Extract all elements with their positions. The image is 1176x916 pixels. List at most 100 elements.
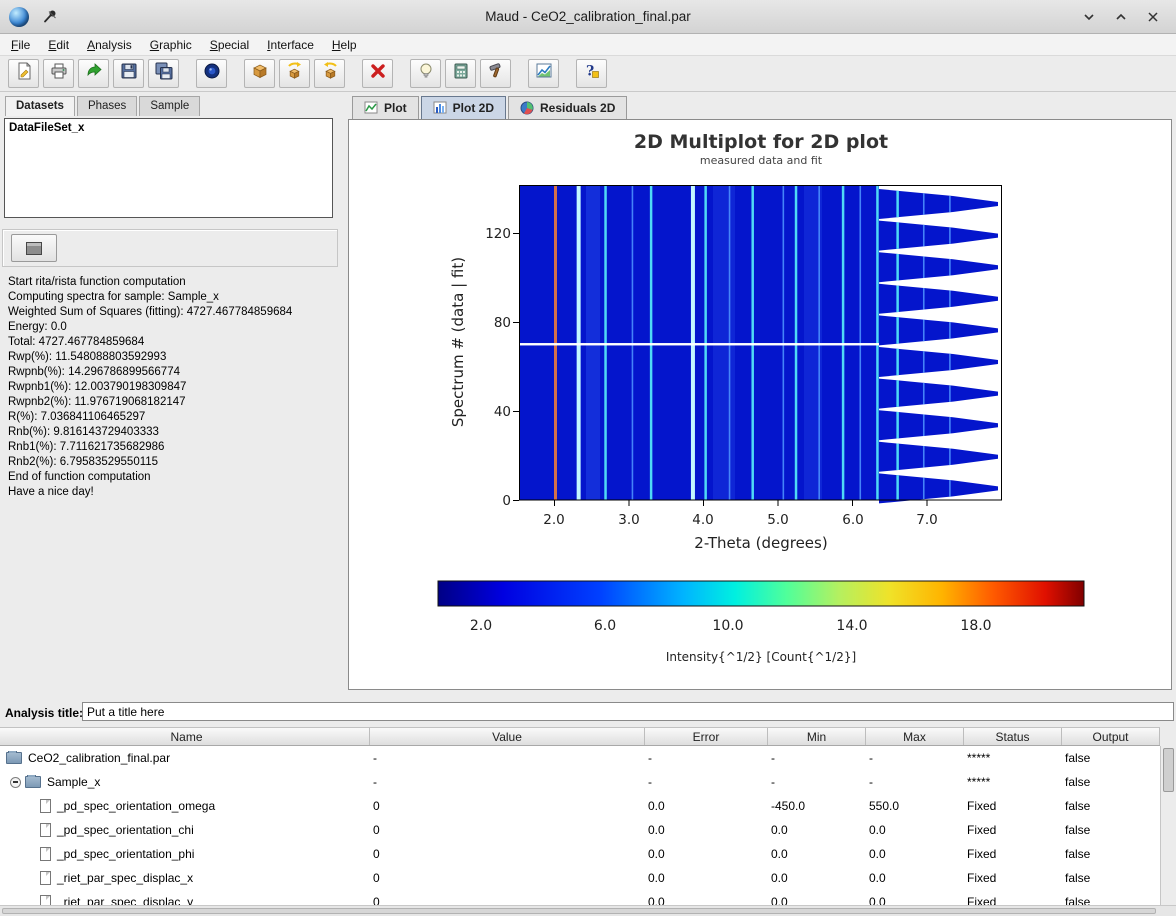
menu-analysis[interactable]: Analysis [78, 35, 141, 55]
svg-text:?: ? [586, 64, 594, 80]
param-name-cell: CeO2_calibration_final.par [0, 751, 370, 765]
cube-import-icon [286, 62, 304, 85]
plot-2d-panel[interactable]: 2D Multiplot for 2D plot measured data a… [348, 119, 1172, 690]
max-cell: 0.0 [866, 823, 964, 837]
left-tab-bar: Datasets Phases Sample [5, 96, 200, 116]
menu-file[interactable]: File [2, 35, 39, 55]
colorbar-caption: Intensity{^1/2} [Count{^1/2}] [666, 650, 856, 664]
tab-residuals-2d[interactable]: Residuals 2D [508, 96, 627, 120]
compute-button[interactable] [445, 59, 476, 88]
tab-residuals-2d-label: Residuals 2D [540, 101, 615, 115]
x-tick-label: 6.0 [842, 512, 863, 528]
tree-expander-icon[interactable] [10, 777, 21, 788]
green-arrow-icon [85, 62, 103, 85]
close-icon[interactable] [1144, 8, 1162, 26]
error-cell: 0.0 [645, 799, 768, 813]
param-name-cell: Sample_x [0, 775, 370, 789]
value-cell: - [370, 751, 645, 765]
column-header-output[interactable]: Output [1062, 728, 1160, 745]
help-button[interactable]: ? [576, 59, 607, 88]
menu-interface[interactable]: Interface [258, 35, 323, 55]
value-cell: 0 [370, 871, 645, 885]
param-name-cell: _riet_par_spec_displac_x [0, 871, 370, 885]
log-line: Have a nice day! [8, 485, 334, 500]
plot-tab-bar: Plot Plot 2D Residuals 2D [352, 96, 627, 120]
status-cell: Fixed [964, 847, 1062, 861]
log-line: Rwp(%): 11.548088803592993 [8, 350, 334, 365]
output-cell: false [1062, 799, 1160, 813]
maximize-icon[interactable] [1112, 8, 1130, 26]
marker-line [554, 185, 557, 500]
vertical-scrollbar-thumb[interactable] [1163, 748, 1174, 792]
param-name-cell: _pd_spec_orientation_omega [0, 799, 370, 813]
table-row[interactable]: Sample_x----*****false [0, 770, 1160, 794]
export-results-button[interactable] [78, 59, 109, 88]
tab-sample[interactable]: Sample [139, 96, 200, 116]
doc-icon [40, 799, 51, 813]
menu-help[interactable]: Help [323, 35, 366, 55]
tab-plot-label: Plot [384, 101, 407, 115]
window-grid-icon [26, 242, 42, 255]
dataset-list-item[interactable]: DataFileSet_x [9, 122, 328, 134]
delete-button[interactable] [362, 59, 393, 88]
x-tick-label: 3.0 [618, 512, 639, 528]
column-header-status[interactable]: Status [964, 728, 1062, 745]
plot-title: 2D Multiplot for 2D plot [634, 131, 888, 153]
dataset-list[interactable]: DataFileSet_x [4, 118, 333, 218]
column-header-error[interactable]: Error [645, 728, 768, 745]
table-row[interactable]: _riet_par_spec_displac_x00.00.00.0Fixedf… [0, 866, 1160, 890]
tab-datasets[interactable]: Datasets [5, 96, 75, 116]
analysis-title-input[interactable] [82, 702, 1174, 721]
param-name: Sample_x [47, 775, 100, 789]
param-name-cell: _riet_par_spec_displac_y [0, 895, 370, 905]
max-cell: 0.0 [866, 871, 964, 885]
bottom-panel: Analysis title: Name Value Error Min Max… [0, 700, 1176, 916]
save-as-button[interactable] [148, 59, 179, 88]
residuals-pie-icon [520, 101, 534, 115]
table-row[interactable]: CeO2_calibration_final.par----*****false [0, 746, 1160, 770]
min-cell: - [768, 751, 866, 765]
print-button[interactable] [43, 59, 74, 88]
refinement-options-button[interactable] [196, 59, 227, 88]
menu-graphic[interactable]: Graphic [141, 35, 201, 55]
tab-plot[interactable]: Plot [352, 96, 419, 120]
column-header-min[interactable]: Min [768, 728, 866, 745]
table-row[interactable]: _riet_par_spec_displac_y00.00.00.0Fixedf… [0, 890, 1160, 905]
error-cell: 0.0 [645, 895, 768, 905]
menu-special[interactable]: Special [201, 35, 258, 55]
value-cell: 0 [370, 847, 645, 861]
min-cell: 0.0 [768, 823, 866, 837]
min-cell: 0.0 [768, 871, 866, 885]
x-tick-label: 4.0 [692, 512, 713, 528]
hints-button[interactable] [410, 59, 441, 88]
analysis-title-label: Analysis title: [5, 706, 83, 720]
tab-phases[interactable]: Phases [77, 96, 137, 116]
import-object-button[interactable] [279, 59, 310, 88]
tab-plot-2d[interactable]: Plot 2D [421, 96, 506, 120]
save-button[interactable] [113, 59, 144, 88]
export-object-button[interactable] [314, 59, 345, 88]
log-output: Start rita/rista function computationCom… [4, 272, 338, 696]
dataset-toolbar-panel [2, 229, 338, 267]
column-header-max[interactable]: Max [866, 728, 964, 745]
table-row[interactable]: _pd_spec_orientation_omega00.0-450.0550.… [0, 794, 1160, 818]
new-document-icon [15, 62, 33, 85]
table-row[interactable]: _pd_spec_orientation_chi00.00.00.0Fixedf… [0, 818, 1160, 842]
dataset-edit-button[interactable] [11, 234, 57, 262]
min-cell: - [768, 775, 866, 789]
plot-options-button[interactable] [528, 59, 559, 88]
new-analysis-button[interactable] [8, 59, 39, 88]
object-browser-button[interactable] [244, 59, 275, 88]
column-header-value[interactable]: Value [370, 728, 645, 745]
table-row[interactable]: _pd_spec_orientation_phi00.00.00.0Fixedf… [0, 842, 1160, 866]
minimize-icon[interactable] [1080, 8, 1098, 26]
status-cell: ***** [964, 775, 1062, 789]
horizontal-scrollbar[interactable] [0, 905, 1176, 916]
column-header-name[interactable]: Name [0, 728, 370, 745]
horizontal-scrollbar-thumb[interactable] [2, 908, 1156, 914]
vertical-scrollbar[interactable] [1160, 746, 1176, 905]
x-tick-label: 5.0 [767, 512, 788, 528]
min-cell: -450.0 [768, 799, 866, 813]
tools-button[interactable] [480, 59, 511, 88]
menu-edit[interactable]: Edit [39, 35, 78, 55]
